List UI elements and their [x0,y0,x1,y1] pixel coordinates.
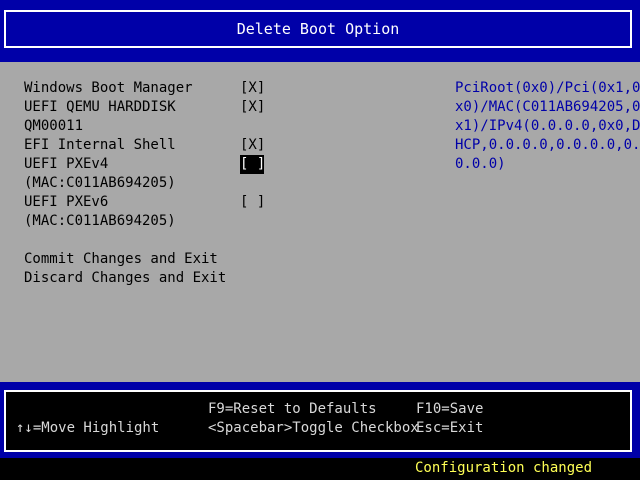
header-bar: Delete Boot Option [0,0,640,62]
help-panel: PciRoot(0x0)/Pci(0x1,0 x0)/MAC(C011AB6942… [455,79,640,174]
discard-changes-button[interactable]: Discard Changes and Exit [24,269,226,288]
help-line: 0.0.0) [455,156,506,172]
status-message: Configuration changed [415,460,593,476]
option-efi-internal-shell[interactable]: EFI Internal Shell [24,136,176,155]
page-title: Delete Boot Option [4,10,632,48]
option-uefi-pxev6[interactable]: UEFI PXEv6 [24,193,108,212]
key-help-box: F9=Reset to Defaults F10=Save ↑↓=Move Hi… [4,390,632,452]
help-line: HCP,0.0.0.0,0.0.0.0,0. [455,137,640,153]
checkbox-uefi-qemu-harddisk[interactable]: [X] [240,98,265,117]
reset-defaults-hint: F9=Reset to Defaults [208,401,377,417]
checkbox-uefi-pxev6[interactable]: [ ] [240,193,265,212]
status-bar: Configuration changed [0,458,640,480]
option-uefi-pxev6-line2[interactable]: (MAC:C011AB694205) [24,212,176,231]
move-highlight-hint: ↑↓=Move Highlight [16,420,160,436]
footer-bar: F9=Reset to Defaults F10=Save ↑↓=Move Hi… [0,382,640,458]
exit-hint: Esc=Exit [416,420,484,436]
help-line: x1)/IPv4(0.0.0.0,0x0,D [455,118,640,134]
help-line: x0)/MAC(C011AB694205,0 [455,99,640,115]
save-hint: F10=Save [416,401,484,417]
option-windows-boot-manager[interactable]: Windows Boot Manager [24,79,193,98]
checkbox-windows-boot-manager[interactable]: [X] [240,79,265,98]
option-uefi-qemu-harddisk[interactable]: UEFI QEMU HARDDISK [24,98,176,117]
main-panel: Windows Boot Manager [X] UEFI QEMU HARDD… [0,62,640,382]
commit-changes-button[interactable]: Commit Changes and Exit [24,250,218,269]
option-uefi-pxev4[interactable]: UEFI PXEv4 [24,155,108,174]
checkbox-uefi-pxev4[interactable]: [ ] [240,155,265,174]
option-uefi-pxev4-line2[interactable]: (MAC:C011AB694205) [24,174,176,193]
checkbox-efi-internal-shell[interactable]: [X] [240,136,265,155]
toggle-checkbox-hint: <Spacebar>Toggle Checkbox [208,420,419,436]
help-line: PciRoot(0x0)/Pci(0x1,0 [455,80,640,96]
option-uefi-qemu-harddisk-line2[interactable]: QM00011 [24,117,83,136]
